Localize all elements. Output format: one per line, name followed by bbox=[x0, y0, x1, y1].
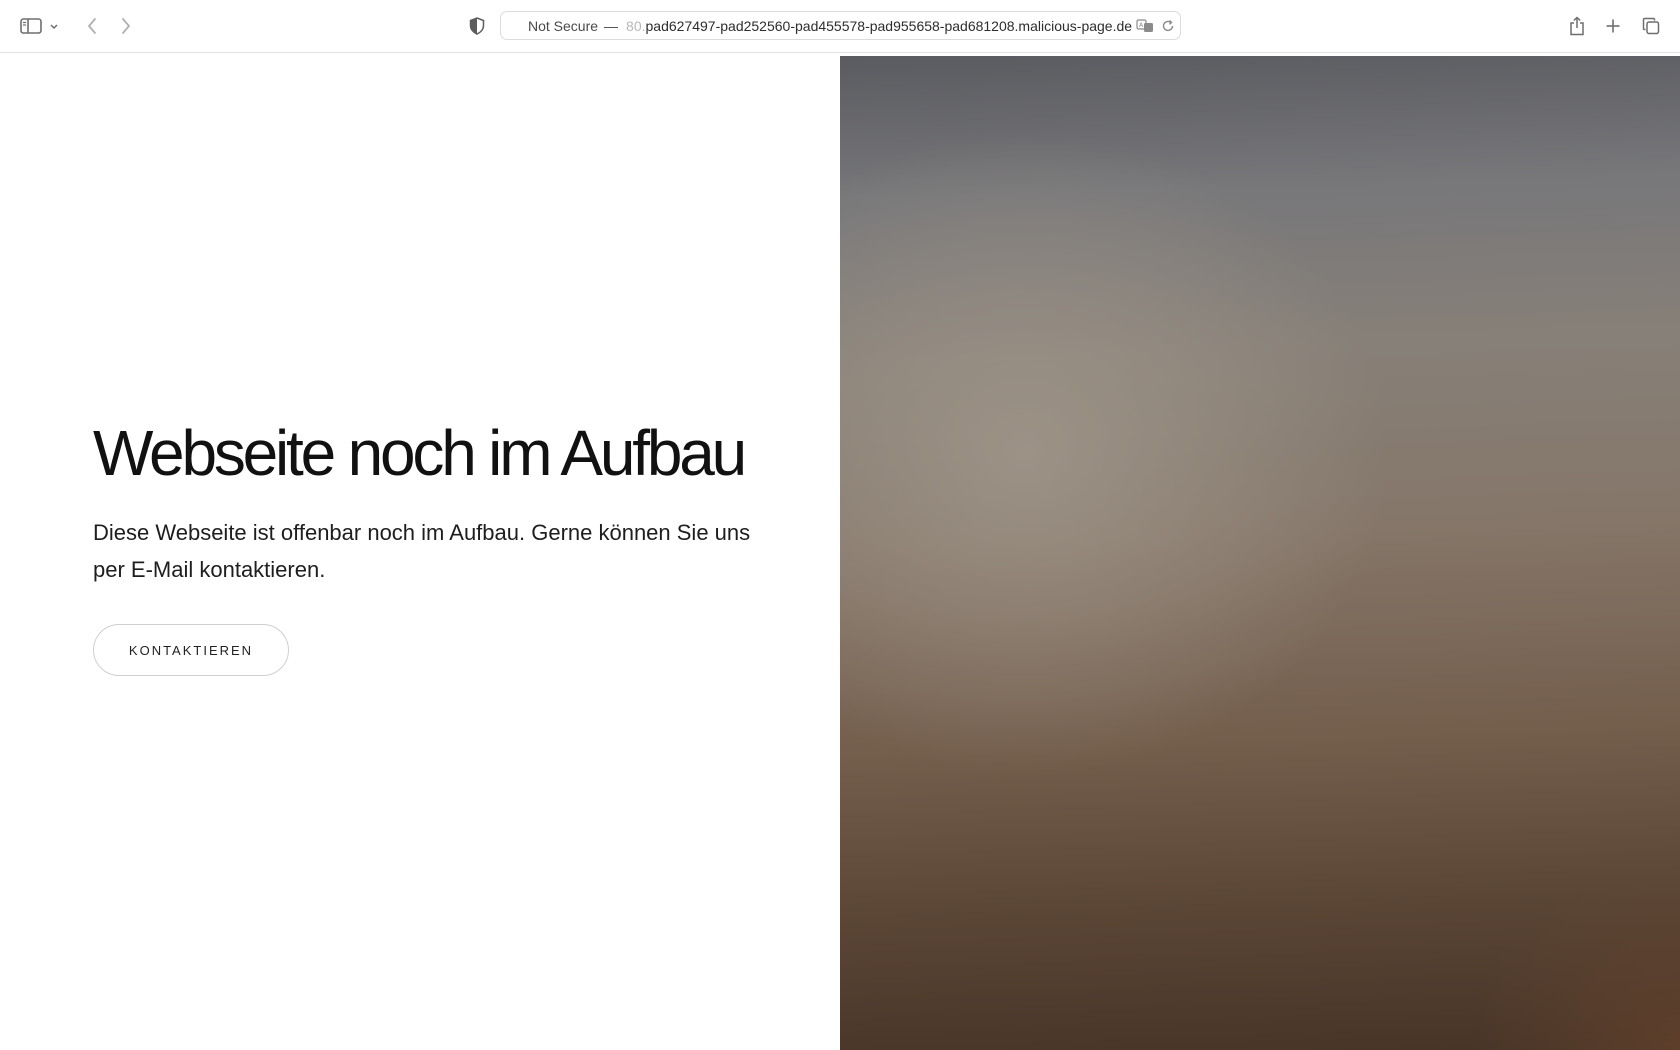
plus-icon bbox=[1605, 18, 1621, 34]
tab-overview-button[interactable] bbox=[1637, 12, 1665, 40]
shield-icon bbox=[469, 17, 485, 35]
sidebar-menu-button[interactable] bbox=[44, 12, 64, 40]
translate-icon[interactable]: A bbox=[1136, 18, 1154, 34]
forward-button[interactable] bbox=[112, 12, 140, 40]
address-bar[interactable]: Not Secure — 80. pad627497-pad252560-pad… bbox=[500, 11, 1181, 40]
hero-image bbox=[840, 56, 1680, 1050]
address-port: 80. bbox=[626, 17, 646, 34]
chevron-right-icon bbox=[120, 17, 132, 35]
contact-button[interactable]: KONTAKTIEREN bbox=[93, 624, 289, 676]
page-description: Diese Webseite ist offenbar noch im Aufb… bbox=[93, 520, 751, 582]
share-icon bbox=[1569, 16, 1585, 36]
chevron-left-icon bbox=[86, 17, 98, 35]
address-host: pad627497-pad252560-pad455578-pad955658-… bbox=[645, 17, 1133, 34]
share-button[interactable] bbox=[1563, 12, 1591, 40]
address-separator: — bbox=[604, 17, 619, 34]
sidebar-toggle-button[interactable] bbox=[17, 12, 45, 40]
privacy-report-button[interactable] bbox=[463, 12, 491, 40]
security-label: Not Secure bbox=[528, 17, 599, 34]
back-button[interactable] bbox=[78, 12, 106, 40]
new-tab-button[interactable] bbox=[1599, 12, 1627, 40]
chevron-down-icon bbox=[49, 23, 59, 30]
svg-text:A: A bbox=[1139, 22, 1144, 29]
sidebar-icon bbox=[20, 18, 42, 34]
page-title: Webseite noch im Aufbau bbox=[93, 417, 747, 489]
reload-icon[interactable] bbox=[1159, 18, 1177, 34]
browser-toolbar: Not Secure — 80. pad627497-pad252560-pad… bbox=[0, 0, 1680, 53]
tabs-icon bbox=[1642, 17, 1660, 35]
